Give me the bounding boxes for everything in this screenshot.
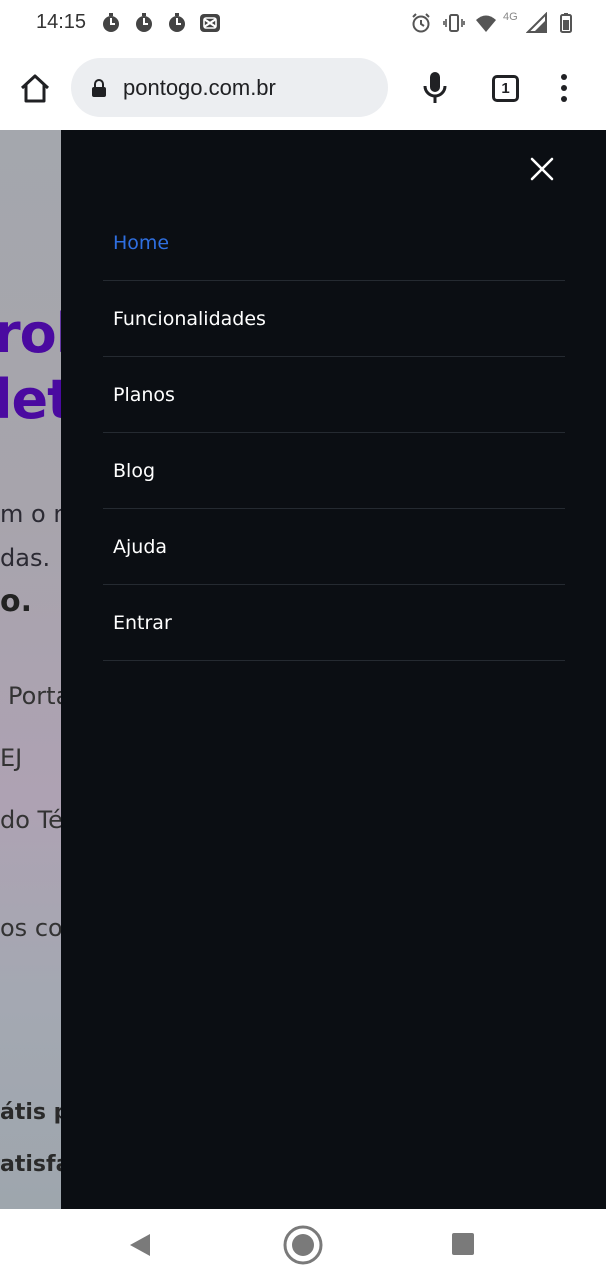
tabs-button[interactable]: 1 xyxy=(492,75,519,102)
bold-text-line1: átis p xyxy=(0,1100,70,1125)
nav-item-home[interactable]: Home xyxy=(103,205,565,281)
nav-drawer: Home Funcionalidades Planos Blog Ajuda E… xyxy=(61,130,606,1209)
cell-signal-icon xyxy=(526,12,547,33)
address-bar[interactable]: pontogo.com.br xyxy=(71,58,388,117)
status-time: 14:15 xyxy=(36,11,87,33)
lock-icon xyxy=(92,79,106,97)
nav-item-blog[interactable]: Blog xyxy=(103,433,565,509)
tab-count: 1 xyxy=(501,80,510,97)
nav-item-entrar[interactable]: Entrar xyxy=(103,585,565,661)
hero-subtext-line1: m o n xyxy=(0,500,69,528)
nav-item-funcionalidades[interactable]: Funcionalidades xyxy=(103,281,565,357)
back-icon[interactable] xyxy=(128,1232,152,1258)
hero-subtext-line2: das. xyxy=(0,544,51,572)
notification-circle-icon xyxy=(136,13,152,32)
nav-item-ajuda[interactable]: Ajuda xyxy=(103,509,565,585)
mic-icon[interactable] xyxy=(421,70,449,106)
hero-subtext-bold: o. xyxy=(0,584,33,619)
recents-icon[interactable] xyxy=(452,1233,474,1255)
notification-circle-icon xyxy=(169,13,185,32)
system-nav-bar xyxy=(0,1209,606,1280)
battery-icon xyxy=(560,13,572,33)
url-text: pontogo.com.br xyxy=(123,75,276,100)
capcut-icon xyxy=(200,14,220,32)
bold-text-line2: atisfa xyxy=(0,1152,71,1177)
nav-menu: Home Funcionalidades Planos Blog Ajuda E… xyxy=(103,205,565,661)
network-type-label: 4G xyxy=(503,11,518,23)
close-icon[interactable] xyxy=(529,156,555,182)
alarm-icon xyxy=(412,13,430,33)
status-bar: 14:15 4G xyxy=(0,0,606,46)
home-circle-icon[interactable] xyxy=(282,1224,324,1266)
browser-toolbar: pontogo.com.br 1 xyxy=(0,46,606,130)
notification-circle-icon xyxy=(103,13,119,32)
more-vert-icon[interactable] xyxy=(556,72,572,104)
vibrate-icon xyxy=(443,14,465,32)
wifi-icon xyxy=(476,15,496,32)
home-icon[interactable] xyxy=(18,72,52,104)
feature-item-2: EJ xyxy=(0,744,23,772)
feature-item-4: os co xyxy=(0,914,63,942)
nav-item-planos[interactable]: Planos xyxy=(103,357,565,433)
